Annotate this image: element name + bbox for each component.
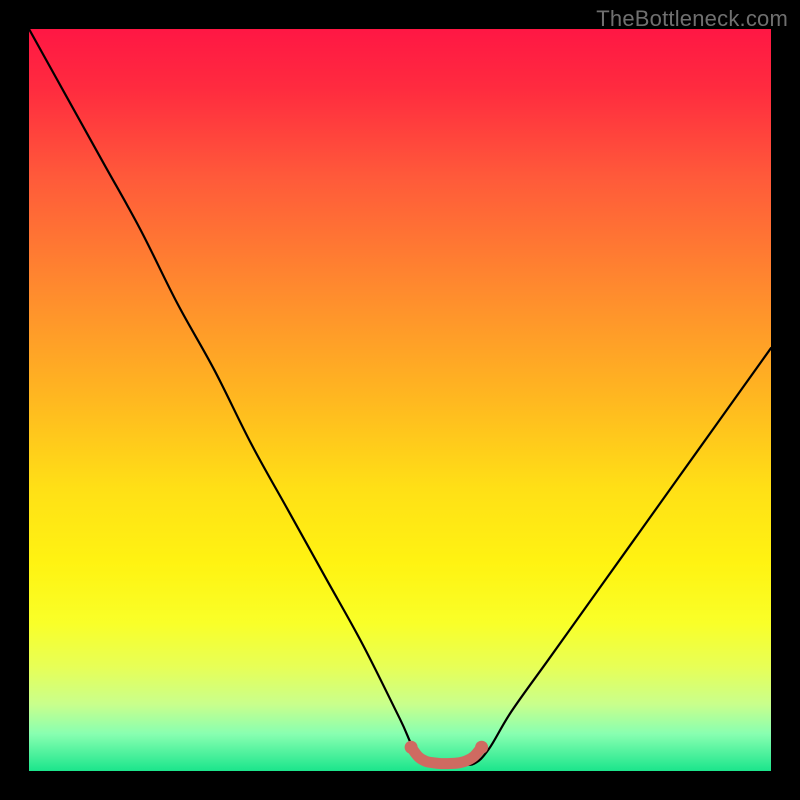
bottleneck-chart — [29, 29, 771, 771]
attribution-label: TheBottleneck.com — [596, 6, 788, 32]
chart-frame: TheBottleneck.com — [0, 0, 800, 800]
gradient-background — [29, 29, 771, 771]
